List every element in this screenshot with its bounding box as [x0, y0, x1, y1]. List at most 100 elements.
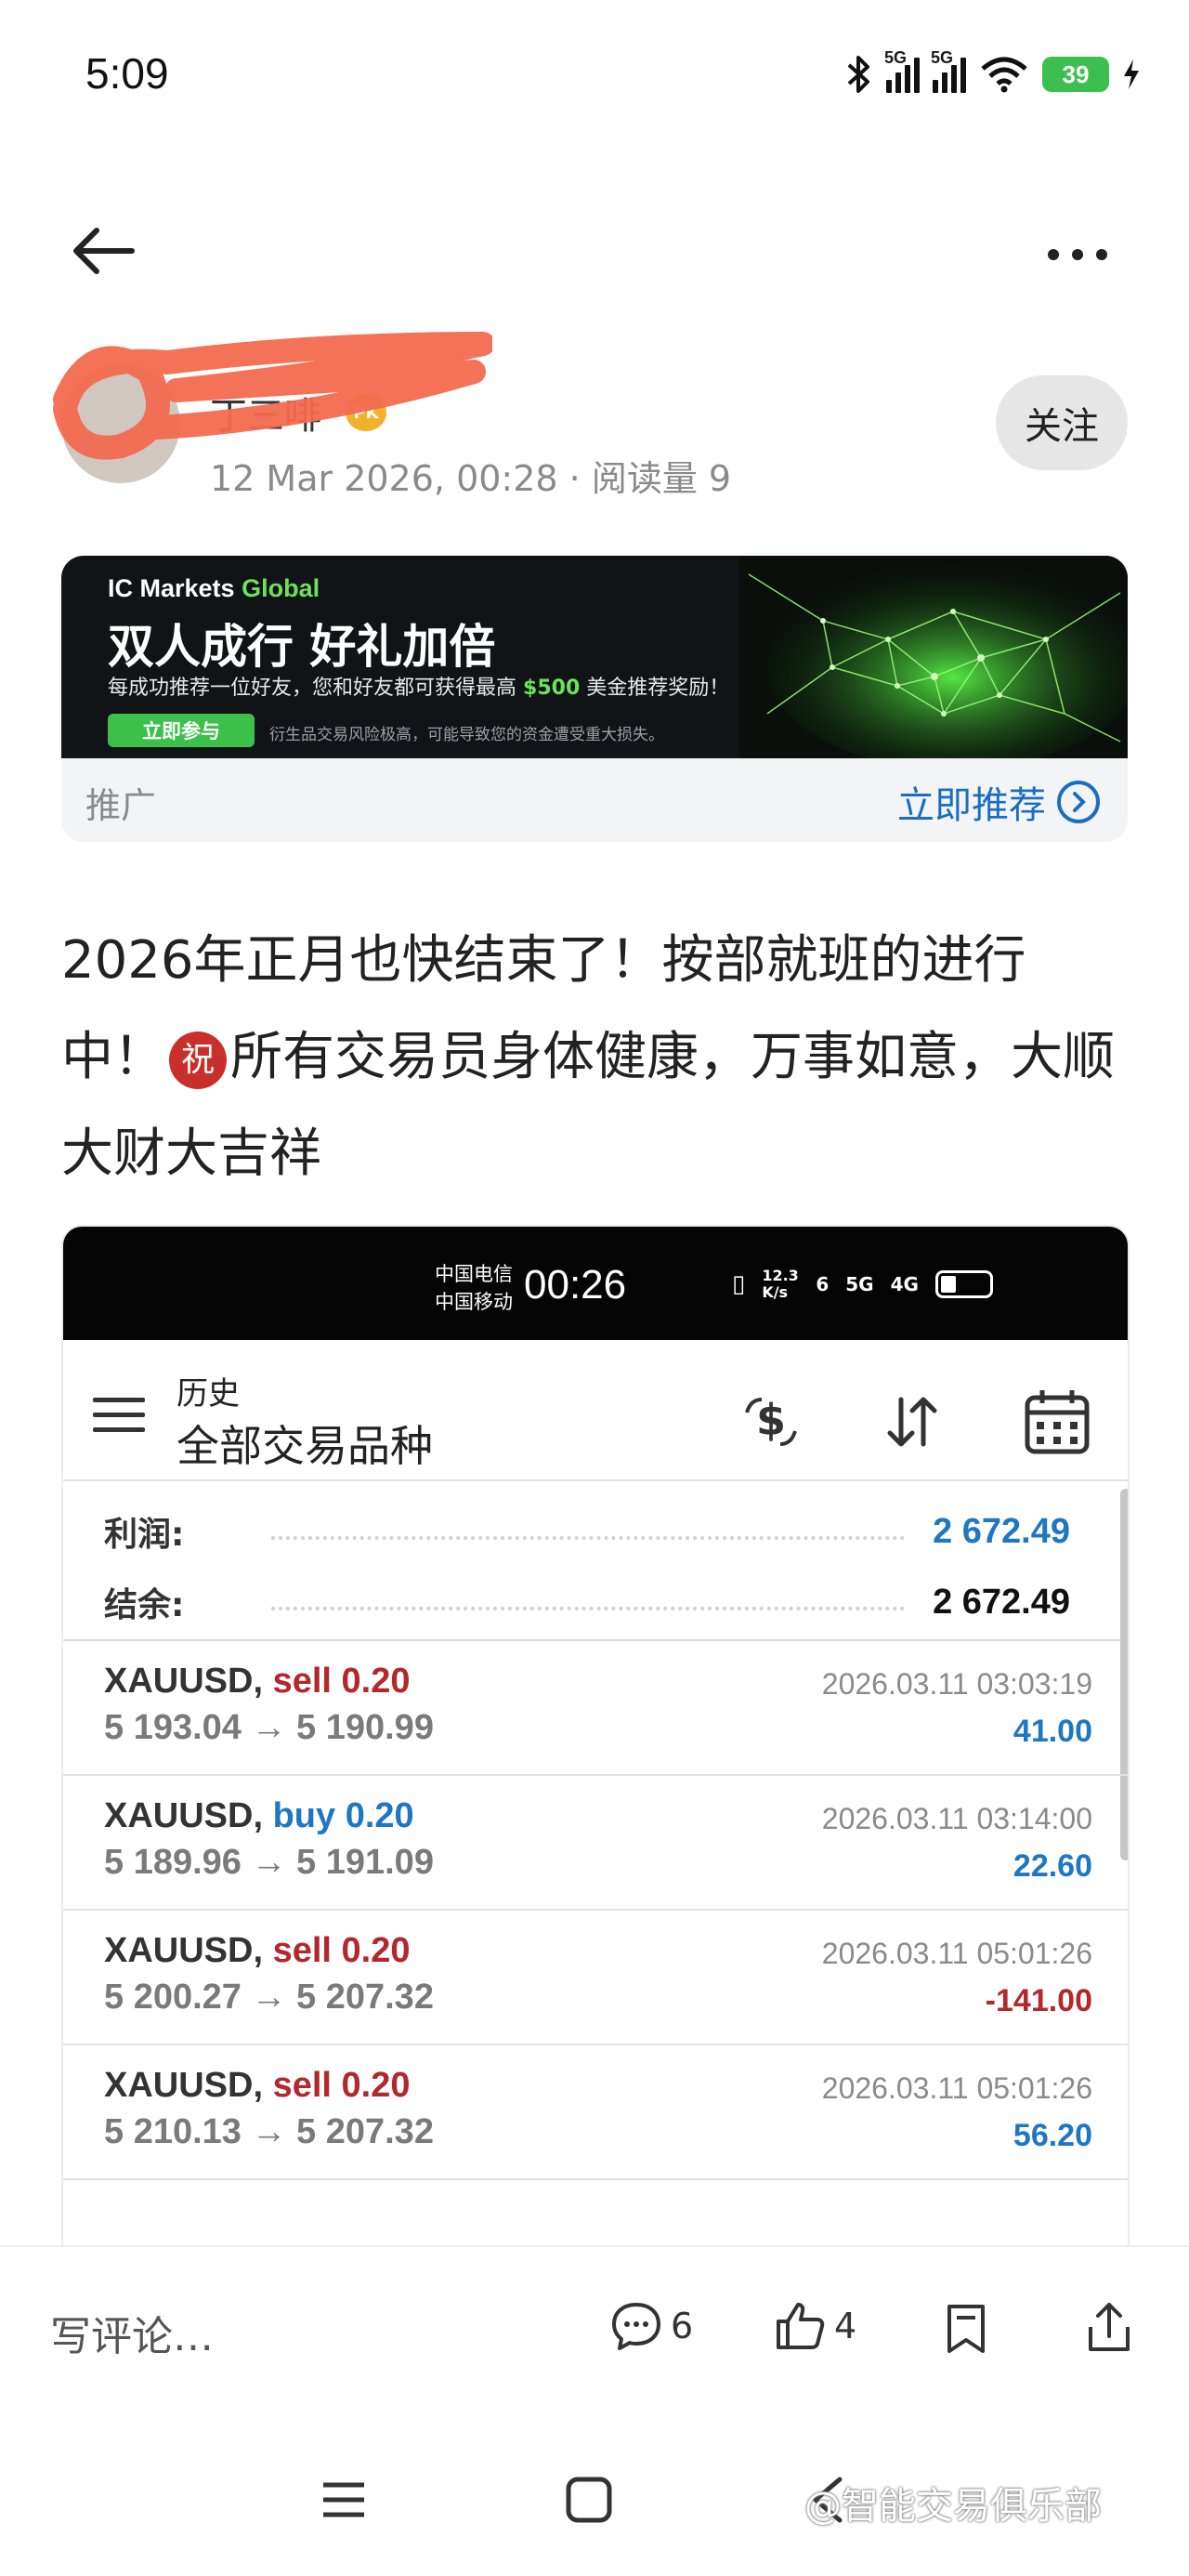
trade-side: sell 0.20 [272, 1931, 411, 1970]
trade-side: buy 0.20 [272, 1796, 414, 1835]
trade-row[interactable]: XAUUSD, sell 0.20 5 193.04 → 5 190.99 20… [63, 1641, 1128, 1776]
image-carrier-1: 中国电信 [435, 1263, 513, 1285]
more-options-icon[interactable] [1040, 236, 1115, 273]
trade-symbol-text: XAUUSD, [104, 1796, 264, 1835]
summary-profit-row: 利润: 2 672.49 [104, 1505, 1070, 1557]
image-carrier-2: 中国移动 [435, 1291, 513, 1313]
image-net-label-2: 5G [845, 1273, 874, 1295]
trade-profit: 56.20 [1013, 2118, 1092, 2153]
ad-card[interactable]: IC Markets Global 双人成行 好礼加倍 每成功推荐一位好友，您和… [61, 556, 1128, 842]
ad-footer: 推广 立即推荐 [61, 758, 1128, 842]
trade-time: 2026.03.11 03:14:00 [821, 1802, 1092, 1835]
ad-logo: IC Markets Global [108, 574, 320, 603]
chevron-right-icon [1057, 781, 1100, 823]
thumbs-up-icon [777, 2303, 825, 2349]
back-arrow-icon[interactable] [67, 221, 141, 281]
ad-banner[interactable]: IC Markets Global 双人成行 好礼加倍 每成功推荐一位好友，您和… [61, 556, 1128, 758]
redaction-scribble [53, 332, 492, 460]
post-body: 2026年正月也快结束了！按部就班的进行中！祝所有交易员身体健康，万事如意，大顺… [61, 913, 1128, 1203]
signal-icon-1: 5G [884, 48, 920, 93]
balance-label: 结余: [104, 1586, 185, 1624]
trade-symbol: XAUUSD, sell 0.20 [104, 1931, 411, 1971]
currency-exchange-icon[interactable]: $ [734, 1385, 808, 1459]
ad-headline: 双人成行 好礼加倍 [108, 620, 496, 674]
ad-subtext-amount: $500 [523, 677, 581, 700]
status-bar: 5:09 5G 5G 39 [0, 0, 1189, 149]
trade-symbol: XAUUSD, sell 0.20 [104, 2066, 411, 2106]
trade-list: XAUUSD, sell 0.20 5 193.04 → 5 190.99 20… [63, 1641, 1128, 2180]
signal-icon-2: 5G [931, 48, 966, 93]
comment-input[interactable]: 写评论… [50, 2303, 214, 2362]
trade-profit: 22.60 [1013, 1848, 1092, 1884]
ad-recommend-link[interactable]: 立即推荐 [897, 775, 1100, 829]
ad-subtext: 每成功推荐一位好友，您和好友都可获得最高 $500 美金推荐奖励！ [108, 671, 729, 701]
blessing-emoji-icon: 祝 [169, 1031, 227, 1089]
trade-row[interactable]: XAUUSD, sell 0.20 5 200.27 → 5 207.32 20… [63, 1911, 1128, 2045]
vibrate-icon: ▯ [732, 1270, 746, 1298]
trade-symbol: XAUUSD, buy 0.20 [104, 1796, 414, 1836]
svg-text:$: $ [756, 1395, 786, 1445]
image-battery-icon [934, 1270, 993, 1298]
image-net-label-1: 6 [816, 1273, 830, 1295]
comment-icon [612, 2303, 660, 2350]
profit-label: 利润: [104, 1516, 185, 1554]
dotted-leader [271, 1594, 906, 1610]
trade-prices: 5 193.04 → 5 190.99 [104, 1708, 434, 1747]
image-net-label-3: 4G [890, 1273, 919, 1295]
status-time: 5:09 [85, 49, 169, 98]
trade-symbol-text: XAUUSD, [104, 1931, 264, 1970]
dotted-leader [271, 1523, 906, 1540]
bottom-action-bar: 写评论… 6 4 [0, 2247, 1189, 2414]
trade-row[interactable]: XAUUSD, buy 0.20 5 189.96 → 5 191.09 202… [63, 1776, 1128, 1911]
like-button[interactable]: 4 [773, 2299, 856, 2353]
trade-symbol: XAUUSD, sell 0.20 [104, 1662, 411, 1702]
trade-row[interactable]: XAUUSD, sell 0.20 5 210.13 → 5 207.32 20… [63, 2045, 1128, 2180]
ad-cta-button[interactable]: 立即参与 [108, 714, 255, 747]
image-speed: 12.3 K/s [762, 1267, 799, 1301]
trade-time: 2026.03.11 05:01:26 [821, 1937, 1092, 1970]
trade-side: sell 0.20 [272, 1662, 411, 1701]
trade-time: 2026.03.11 03:03:19 [821, 1667, 1092, 1701]
comment-count: 6 [671, 2306, 694, 2346]
ad-risk-warning: 衍生品交易风险极高，可能导致您的资金遭受重大损失。 [269, 726, 664, 744]
ad-subtext-after: 美金推荐奖励！ [586, 677, 730, 700]
trade-side: sell 0.20 [272, 2066, 411, 2105]
comment-button[interactable]: 6 [609, 2299, 693, 2353]
handshake-image [739, 556, 1128, 758]
status-icons: 5G 5G 39 [845, 48, 1141, 100]
ad-label: 推广 [85, 785, 157, 826]
calendar-icon[interactable] [1020, 1385, 1094, 1459]
home-icon[interactable] [563, 2474, 615, 2526]
sort-icon[interactable] [875, 1385, 949, 1459]
ad-recommend-label: 立即推荐 [897, 784, 1046, 827]
image-status-time: 00:26 [524, 1262, 627, 1308]
summary-balance-row: 结余: 2 672.49 [104, 1576, 1070, 1628]
profit-value: 2 672.49 [933, 1511, 1070, 1551]
history-header: 历史 全部交易品种 $ [63, 1340, 1128, 1481]
post-meta: 12 Mar 2026, 00:28 · 阅读量 9 [210, 458, 732, 499]
image-status-bar: 中国电信 中国移动 00:26 ▯ 12.3 K/s 6 5G 4G [63, 1227, 1128, 1340]
ad-logo-name: IC Markets [108, 574, 235, 602]
bookmark-icon[interactable] [940, 2301, 992, 2357]
history-title: 历史 [176, 1375, 240, 1413]
recent-apps-icon[interactable] [318, 2477, 370, 2522]
trade-prices: 5 210.13 → 5 207.32 [104, 2112, 434, 2151]
trade-prices: 5 189.96 → 5 191.09 [104, 1843, 434, 1882]
trade-profit: 41.00 [1013, 1714, 1092, 1749]
trade-profit: -141.00 [985, 1983, 1092, 2018]
watermark: @智能交易俱乐部 [804, 2485, 1102, 2528]
network-label-2: 5G [931, 48, 954, 67]
trade-symbol-text: XAUUSD, [104, 1662, 264, 1701]
history-summary: 利润: 2 672.49 结余: 2 672.49 [63, 1481, 1128, 1641]
like-count: 4 [834, 2306, 857, 2346]
trade-prices: 5 200.27 → 5 207.32 [104, 1978, 434, 2017]
trade-time: 2026.03.11 05:01:26 [821, 2071, 1092, 2105]
follow-button[interactable]: 关注 [996, 375, 1128, 470]
network-label-1: 5G [884, 48, 908, 67]
ad-subtext-before: 每成功推荐一位好友，您和好友都可获得最高 [108, 677, 517, 700]
share-icon[interactable] [1081, 2299, 1137, 2355]
image-carrier-labels: 中国电信 中国移动 [435, 1260, 513, 1316]
bluetooth-icon [847, 56, 869, 93]
history-symbol-filter[interactable]: 全部交易品种 [176, 1413, 433, 1474]
menu-icon[interactable] [93, 1398, 145, 1435]
